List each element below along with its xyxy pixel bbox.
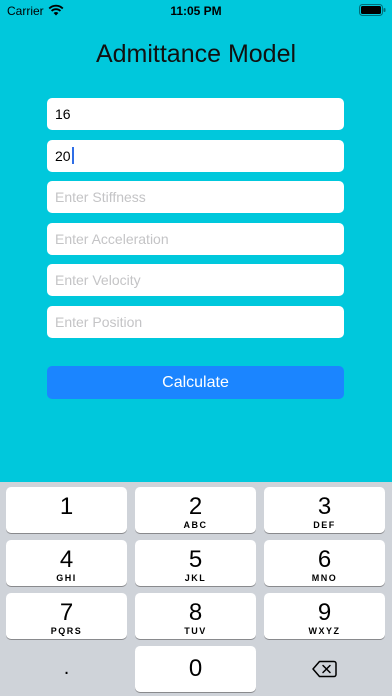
key-3[interactable]: 3 DEF [264, 487, 385, 533]
acceleration-field-placeholder: Enter Acceleration [55, 231, 169, 247]
key-letters: PQRS [50, 626, 83, 636]
key-letters: TUV [184, 626, 207, 636]
damping-field[interactable]: 20 [47, 140, 344, 172]
key-letters: GHI [56, 573, 77, 583]
key-digit: 8 [188, 599, 203, 626]
key-digit: 7 [59, 599, 74, 626]
velocity-field-placeholder: Enter Velocity [55, 272, 141, 288]
key-letters: WXYZ [308, 626, 341, 636]
velocity-field[interactable]: Enter Velocity [47, 264, 344, 296]
stiffness-field[interactable]: Enter Stiffness [47, 181, 344, 213]
page-title: Admittance Model [95, 40, 297, 68]
key-5[interactable]: 5 JKL [135, 540, 256, 586]
damping-field-value: 20 [55, 148, 71, 164]
key-digit: 2 [188, 493, 203, 520]
key-letters: ABC [183, 520, 208, 530]
key-digit: 1 [59, 493, 74, 520]
delete-backspace-icon [312, 660, 337, 678]
status-bar: Carrier 11:05 PM [0, 0, 392, 22]
key-letters: JKL [184, 573, 207, 583]
status-time: 11:05 PM [170, 4, 222, 18]
key-letters: DEF [313, 520, 336, 530]
stiffness-field-placeholder: Enter Stiffness [55, 189, 146, 205]
key-decimal[interactable]: . [6, 646, 127, 692]
numeric-keyboard: 1 2 ABC 3 DEF 4 GHI 5 JKL 6 MNO 7 PQRS 8… [0, 482, 392, 696]
key-1[interactable]: 1 [6, 487, 127, 533]
calculate-button[interactable]: Calculate [47, 366, 344, 399]
acceleration-field[interactable]: Enter Acceleration [47, 223, 344, 255]
position-field[interactable]: Enter Position [47, 306, 344, 338]
key-letters: MNO [311, 573, 338, 583]
mass-field[interactable]: 16 [47, 98, 344, 130]
mass-field-value: 16 [55, 106, 71, 122]
key-delete[interactable] [264, 646, 385, 692]
key-digit: 0 [188, 655, 203, 682]
key-0[interactable]: 0 [135, 646, 256, 692]
key-6[interactable]: 6 MNO [264, 540, 385, 586]
position-field-placeholder: Enter Position [55, 314, 143, 330]
text-cursor [71, 147, 74, 164]
key-4[interactable]: 4 GHI [6, 540, 127, 586]
key-digit: 5 [188, 546, 203, 573]
key-9[interactable]: 9 WXYZ [264, 593, 385, 639]
key-7[interactable]: 7 PQRS [6, 593, 127, 639]
key-2[interactable]: 2 ABC [135, 487, 256, 533]
key-digit: 4 [59, 546, 74, 573]
key-digit: 3 [317, 493, 332, 520]
key-digit: 9 [317, 599, 332, 626]
key-digit: . [63, 657, 70, 679]
battery-icon [359, 4, 386, 16]
key-8[interactable]: 8 TUV [135, 593, 256, 639]
key-digit: 6 [317, 546, 332, 573]
